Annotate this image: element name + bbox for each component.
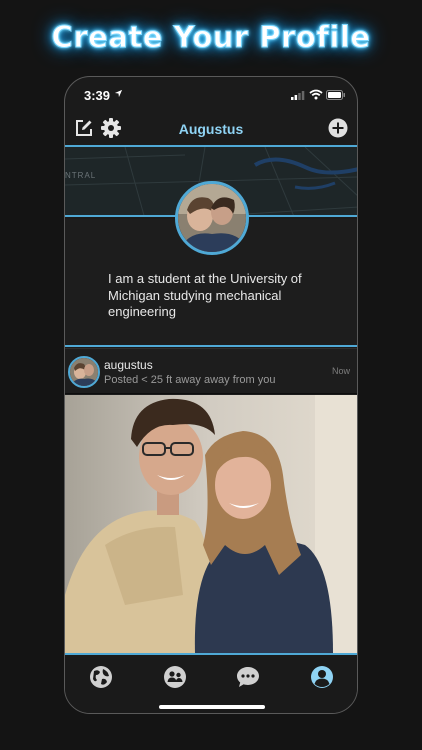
home-indicator[interactable] xyxy=(159,705,265,709)
nav-bar: Augustus xyxy=(65,113,357,145)
profile-icon[interactable] xyxy=(310,665,334,689)
phone-frame: 3:39 Augustus NTRAL I am a student at th… xyxy=(64,76,358,714)
chat-icon[interactable] xyxy=(236,665,260,689)
profile-name-title: Augustus xyxy=(178,121,244,137)
profile-bio: I am a student at the University of Mich… xyxy=(108,271,302,319)
status-time: 3:39 xyxy=(84,88,111,103)
post-location: Posted < 25 ft away away from you xyxy=(104,374,276,386)
location-arrow-icon xyxy=(114,89,123,98)
post-author-avatar[interactable] xyxy=(68,356,100,388)
globe-icon[interactable] xyxy=(89,665,113,689)
post-header[interactable]: augustus Posted < 25 ft away away from y… xyxy=(65,348,357,394)
add-icon[interactable] xyxy=(328,118,348,138)
people-icon[interactable] xyxy=(163,665,187,689)
wifi-icon xyxy=(309,89,323,100)
cellular-signal-icon xyxy=(291,91,305,100)
post-timestamp: Now xyxy=(332,366,351,376)
battery-icon xyxy=(326,90,345,100)
post-username[interactable]: augustus xyxy=(104,358,153,372)
post-photo[interactable] xyxy=(65,395,357,653)
hero-title: Create Your Profile xyxy=(51,20,371,55)
map-label: NTRAL xyxy=(65,171,97,180)
status-bar: 3:39 xyxy=(65,77,357,111)
profile-avatar[interactable] xyxy=(175,181,249,255)
